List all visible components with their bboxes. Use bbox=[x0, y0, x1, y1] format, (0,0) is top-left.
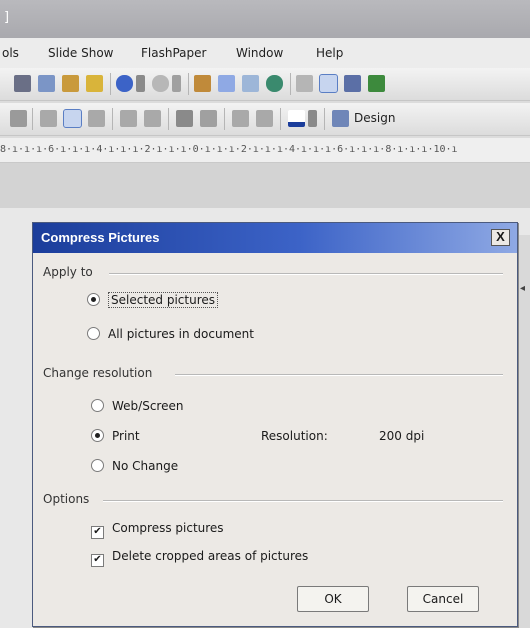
radio-button[interactable] bbox=[87, 327, 100, 340]
align-center-icon[interactable] bbox=[63, 109, 82, 128]
radio-no-change[interactable]: No Change bbox=[91, 459, 178, 473]
radio-button[interactable] bbox=[91, 399, 104, 412]
radio-print[interactable]: Print bbox=[91, 429, 140, 443]
decrease-font-icon[interactable] bbox=[200, 110, 217, 127]
paste-icon[interactable] bbox=[62, 75, 79, 92]
redo-icon[interactable] bbox=[152, 75, 169, 92]
radio-label-print: Print bbox=[112, 429, 140, 443]
checkbox-compress-pictures[interactable]: ✔ Compress pictures bbox=[91, 521, 224, 539]
shadow-icon[interactable] bbox=[10, 110, 27, 127]
dialog-title: Compress Pictures bbox=[41, 230, 160, 245]
options-label: Options bbox=[43, 492, 90, 506]
checkbox-label-compress: Compress pictures bbox=[112, 521, 224, 535]
font-color-icon[interactable] bbox=[288, 110, 305, 127]
format-painter-icon[interactable] bbox=[86, 75, 103, 92]
formatting-toolbar: Design bbox=[0, 103, 530, 136]
show-formatting-icon[interactable] bbox=[319, 74, 338, 93]
group-divider bbox=[175, 374, 503, 376]
increase-font-icon[interactable] bbox=[176, 110, 193, 127]
checkbox-checked[interactable]: ✔ bbox=[91, 526, 104, 539]
undo-icon[interactable] bbox=[116, 75, 133, 92]
align-left-icon[interactable] bbox=[40, 110, 57, 127]
cut-icon[interactable] bbox=[14, 75, 31, 92]
close-button[interactable]: X bbox=[491, 229, 510, 246]
show-grid-icon[interactable] bbox=[344, 75, 361, 92]
align-right-icon[interactable] bbox=[88, 110, 105, 127]
toolbar-separator bbox=[188, 73, 189, 95]
radio-label-all-pictures: All pictures in document bbox=[108, 327, 254, 341]
menu-help[interactable]: Help bbox=[316, 46, 343, 60]
menu-slide-show[interactable]: Slide Show bbox=[48, 46, 113, 60]
checkbox-checked[interactable]: ✔ bbox=[91, 554, 104, 567]
expand-all-icon[interactable] bbox=[296, 75, 313, 92]
side-scroll-strip[interactable]: ◂ bbox=[518, 235, 530, 628]
radio-all-pictures[interactable]: All pictures in document bbox=[87, 327, 254, 341]
horizontal-ruler: 8·ı·ı·ı·6·ı·ı·ı·4·ı·ı·ı·2·ı·ı·ı·0·ı·ı·ı·… bbox=[0, 138, 530, 163]
toolbar-separator bbox=[290, 73, 291, 95]
standard-toolbar bbox=[0, 68, 530, 101]
compress-pictures-dialog: Compress Pictures X Apply to Selected pi… bbox=[32, 222, 518, 627]
radio-button-checked[interactable] bbox=[87, 293, 100, 306]
toolbar-separator bbox=[224, 108, 225, 130]
resolution-label: Resolution: bbox=[261, 429, 328, 443]
checkbox-label-delete-cropped: Delete cropped areas of pictures bbox=[112, 549, 309, 563]
window-title-bar: ] bbox=[0, 0, 530, 38]
apply-to-label: Apply to bbox=[43, 265, 93, 279]
decrease-indent-icon[interactable] bbox=[232, 110, 249, 127]
toolbar-separator bbox=[112, 108, 113, 130]
menu-bar: ols Slide Show FlashPaper Window Help bbox=[0, 38, 530, 69]
radio-web-screen[interactable]: Web/Screen bbox=[91, 399, 183, 413]
numbering-icon[interactable] bbox=[120, 110, 137, 127]
menu-window[interactable]: Window bbox=[236, 46, 283, 60]
toolbar-separator bbox=[324, 108, 325, 130]
checkbox-delete-cropped[interactable]: ✔ Delete cropped areas of pictures bbox=[91, 549, 308, 567]
dialog-title-bar[interactable]: Compress Pictures X bbox=[33, 223, 517, 253]
design-icon[interactable] bbox=[332, 110, 349, 127]
group-divider bbox=[109, 273, 503, 275]
radio-button-checked[interactable] bbox=[91, 429, 104, 442]
toolbar-separator bbox=[280, 108, 281, 130]
copy-icon[interactable] bbox=[38, 75, 55, 92]
insert-table-icon[interactable] bbox=[218, 75, 235, 92]
menu-tools[interactable]: ols bbox=[2, 46, 19, 60]
change-resolution-label: Change resolution bbox=[43, 366, 153, 380]
insert-picture-icon[interactable] bbox=[242, 75, 259, 92]
color-grayscale-icon[interactable] bbox=[368, 75, 385, 92]
workspace-gap bbox=[0, 163, 530, 208]
radio-button[interactable] bbox=[91, 459, 104, 472]
group-divider bbox=[103, 500, 503, 502]
design-button[interactable]: Design bbox=[354, 111, 395, 125]
redo-dropdown-icon[interactable] bbox=[172, 75, 181, 92]
radio-selected-pictures[interactable]: Selected pictures bbox=[87, 292, 218, 308]
menu-flashpaper[interactable]: FlashPaper bbox=[141, 46, 206, 60]
font-color-dropdown-icon[interactable] bbox=[308, 110, 317, 127]
clip-art-icon[interactable] bbox=[266, 75, 283, 92]
insert-chart-icon[interactable] bbox=[194, 75, 211, 92]
resolution-value: 200 dpi bbox=[379, 429, 425, 443]
cancel-button[interactable]: Cancel bbox=[407, 586, 479, 612]
scroll-arrow-icon[interactable]: ◂ bbox=[520, 283, 525, 294]
radio-label-selected-pictures: Selected pictures bbox=[108, 292, 218, 308]
radio-label-web-screen: Web/Screen bbox=[112, 399, 184, 413]
increase-indent-icon[interactable] bbox=[256, 110, 273, 127]
radio-label-no-change: No Change bbox=[112, 459, 179, 473]
toolbar-separator bbox=[32, 108, 33, 130]
toolbar-separator bbox=[110, 73, 111, 95]
toolbar-separator bbox=[168, 108, 169, 130]
window-title: ] bbox=[4, 10, 10, 25]
ok-button[interactable]: OK bbox=[297, 586, 369, 612]
undo-dropdown-icon[interactable] bbox=[136, 75, 145, 92]
bullets-icon[interactable] bbox=[144, 110, 161, 127]
